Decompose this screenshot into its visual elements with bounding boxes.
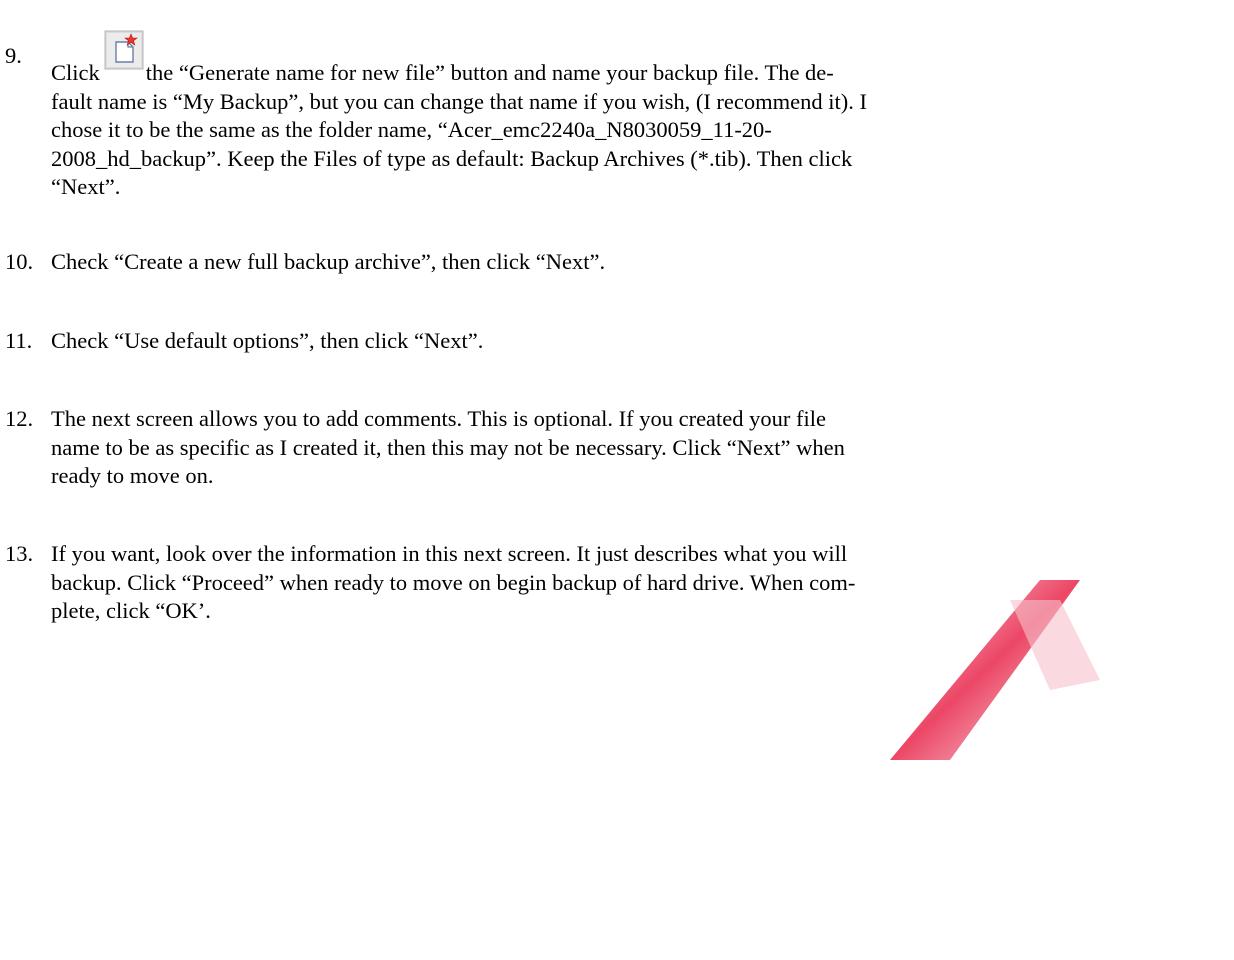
- step-line: fault name is “My Backup”, but you can c…: [51, 88, 867, 114]
- step-line: plete, click “OK’.: [51, 598, 211, 623]
- step-line-text: the “Generate name for new file” button …: [145, 60, 834, 85]
- step-text: Check “Create a new full backup archive”…: [51, 248, 1226, 277]
- generate-name-button[interactable]: [104, 30, 144, 70]
- step-line: Check “Create a new full backup archive”…: [51, 249, 606, 274]
- step-number: 9.: [5, 43, 22, 68]
- step-text: If you want, look over the information i…: [51, 540, 1226, 626]
- step-line: backup. Click “Proceed” when ready to mo…: [51, 569, 856, 595]
- step-line: name to be as specific as I created it, …: [51, 434, 845, 460]
- step-line: The next screen allows you to add commen…: [51, 406, 827, 431]
- step-number: 10.: [5, 249, 34, 274]
- new-file-star-icon: [104, 30, 144, 70]
- step-line: If you want, look over the information i…: [51, 541, 848, 566]
- step-lead-word: Click: [51, 60, 100, 85]
- step-number: 13.: [5, 541, 34, 566]
- step-line: ready to move on.: [51, 463, 214, 488]
- step-line: 2008_hd_backup”. Keep the Files of type …: [51, 145, 853, 171]
- step-line: “Next”.: [51, 174, 121, 199]
- step-number: 11.: [5, 328, 33, 353]
- step-number: 12.: [5, 406, 34, 431]
- step-line: chose it to be the same as the folder na…: [51, 117, 772, 142]
- step-text: The next screen allows you to add commen…: [51, 405, 1226, 491]
- step-line: Click the “Generate name for new file” b…: [51, 30, 1226, 88]
- step-line: Check “Use default options”, then click …: [51, 328, 484, 353]
- step-text: Click the “Generate name for new file” b…: [51, 30, 1226, 202]
- step-text: Check “Use default options”, then click …: [51, 327, 1226, 356]
